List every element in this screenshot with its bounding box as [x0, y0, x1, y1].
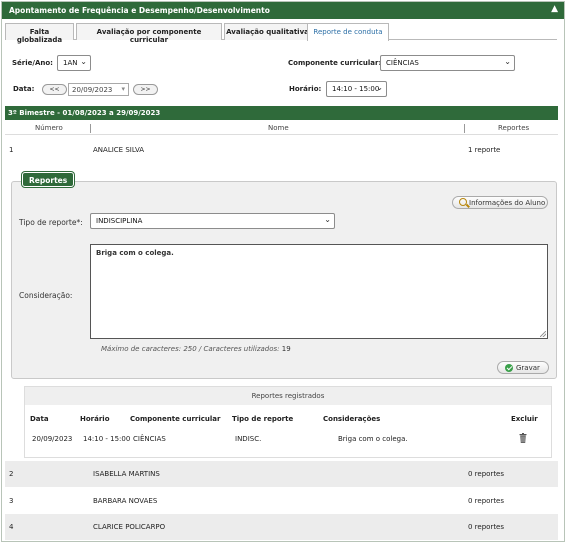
- tab-falta-globalizada[interactable]: Falta globalizada: [5, 23, 74, 44]
- tab-avaliacao-qualitativa[interactable]: Avaliação qualitativa: [224, 23, 311, 40]
- chevron-down-icon: ⌄: [376, 83, 383, 92]
- period-bar: 3º Bimestre - 01/08/2023 a 29/09/2023: [5, 106, 558, 120]
- serie-select[interactable]: 1AN ⌄: [57, 55, 91, 71]
- reg-consideracoes: Briga com o colega.: [338, 435, 408, 443]
- header-nome: Nome: [268, 124, 289, 132]
- tipo-reporte-value: INDISCIPLINA: [96, 217, 143, 225]
- serie-select-value: 1AN: [63, 59, 78, 67]
- row-numero: 1: [9, 146, 14, 154]
- registered-reports-title: Reportes registrados: [25, 387, 551, 405]
- row-numero: 2: [9, 470, 14, 478]
- consideracao-text: Briga com o colega.: [96, 249, 174, 257]
- reg-componente: CIÊNCIAS: [133, 435, 166, 443]
- caret-up-icon[interactable]: ▲: [551, 4, 558, 14]
- row-nome: CLARICE POLICARPO: [93, 523, 166, 531]
- chevron-down-icon: ⌄: [80, 57, 87, 66]
- horario-select-value: 14:10 - 15:00: [332, 85, 380, 93]
- char-counter-value: 19: [281, 345, 291, 353]
- tipo-reporte-select[interactable]: INDISCIPLINA ⌄: [90, 213, 335, 229]
- reportes-legend: Reportes: [22, 172, 75, 187]
- char-counter-label: Máximo de caracteres: 250 / Caracteres u…: [101, 345, 280, 353]
- horario-select[interactable]: 14:10 - 15:00 ⌄: [326, 81, 387, 97]
- period-title: 3º Bimestre - 01/08/2023 a 29/09/2023: [8, 109, 161, 117]
- reg-tipo: INDISC.: [235, 435, 262, 443]
- col-data: Data: [30, 415, 49, 423]
- search-icon: [459, 198, 467, 206]
- componente-label: Componente curricular:: [288, 59, 382, 67]
- checkmark-icon: [505, 364, 513, 372]
- char-counter: Máximo de caracteres: 250 / Caracteres u…: [101, 345, 291, 353]
- student-info-label: Informações do Aluno: [469, 199, 546, 207]
- horario-label: Horário:: [289, 85, 322, 93]
- row-nome: BARBARA NOVAES: [93, 497, 158, 505]
- resize-grip-icon[interactable]: [540, 331, 546, 337]
- col-excluir: Excluir: [511, 415, 538, 423]
- tab-avaliacao-componente[interactable]: Avaliação por componente curricular: [76, 23, 222, 44]
- col-tipo: Tipo de reporte: [232, 415, 294, 423]
- consideracao-label: Consideração:: [19, 291, 73, 300]
- date-field[interactable]: 20/09/2023 ▾: [68, 83, 129, 96]
- componente-select-value: CIÊNCIAS: [386, 59, 419, 67]
- col-consideracoes: Considerações: [323, 415, 381, 423]
- students-table-header: Número Nome Reportes: [5, 121, 558, 135]
- chevron-down-icon: ▾: [121, 85, 125, 93]
- save-button-label: Gravar: [516, 364, 540, 372]
- row-reportes: 0 reportes: [468, 523, 505, 531]
- row-nome: ISABELLA MARTINS: [93, 470, 160, 478]
- reg-horario: 14:10 - 15:00: [83, 435, 131, 443]
- row-reportes: 1 reporte: [468, 146, 501, 154]
- chevron-down-icon: ⌄: [504, 57, 511, 66]
- date-field-value: 20/09/2023: [72, 86, 113, 94]
- student-info-button[interactable]: Informações do Aluno: [452, 196, 548, 209]
- save-button[interactable]: Gravar: [497, 361, 549, 374]
- column-divider[interactable]: [464, 124, 465, 133]
- panel-title: Apontamento de Frequência e Desempenho/D…: [9, 6, 270, 15]
- prev-date-button[interactable]: <<: [42, 84, 67, 95]
- next-date-button[interactable]: >>: [133, 84, 158, 95]
- panel-titlebar: Apontamento de Frequência e Desempenho/D…: [2, 2, 564, 19]
- reg-data: 20/09/2023: [32, 435, 73, 443]
- trash-icon[interactable]: [519, 433, 527, 443]
- row-nome: ANALICE SILVA: [93, 146, 145, 154]
- tab-bar: Falta globalizada Avaliação por componen…: [5, 23, 557, 44]
- col-componente: Componente curricular: [130, 415, 221, 423]
- tab-reporte-conduta[interactable]: Reporte de conduta: [307, 23, 389, 41]
- column-divider[interactable]: [90, 124, 91, 133]
- row-numero: 3: [9, 497, 14, 505]
- serie-label: Série/Ano:: [12, 59, 53, 67]
- col-horario: Horário: [80, 415, 110, 423]
- row-numero: 4: [9, 523, 14, 531]
- componente-select[interactable]: CIÊNCIAS ⌄: [380, 55, 515, 71]
- header-numero: Número: [35, 124, 63, 132]
- chevron-down-icon: ⌄: [324, 215, 331, 224]
- table-row[interactable]: 1 ANALICE SILVA 1 reporte: [5, 137, 558, 163]
- row-reportes: 0 reportes: [468, 497, 505, 505]
- table-row[interactable]: 4 CLARICE POLICARPO 0 reportes: [5, 514, 558, 540]
- header-reportes: Reportes: [498, 124, 530, 132]
- consideracao-textarea[interactable]: Briga com o colega.: [90, 244, 548, 339]
- table-row[interactable]: 3 BARBARA NOVAES 0 reportes: [5, 488, 558, 514]
- row-reportes: 0 reportes: [468, 470, 505, 478]
- table-row[interactable]: 2 ISABELLA MARTINS 0 reportes: [5, 461, 558, 487]
- tipo-reporte-label: Tipo de reporte*:: [19, 218, 83, 227]
- data-label: Data:: [13, 85, 35, 93]
